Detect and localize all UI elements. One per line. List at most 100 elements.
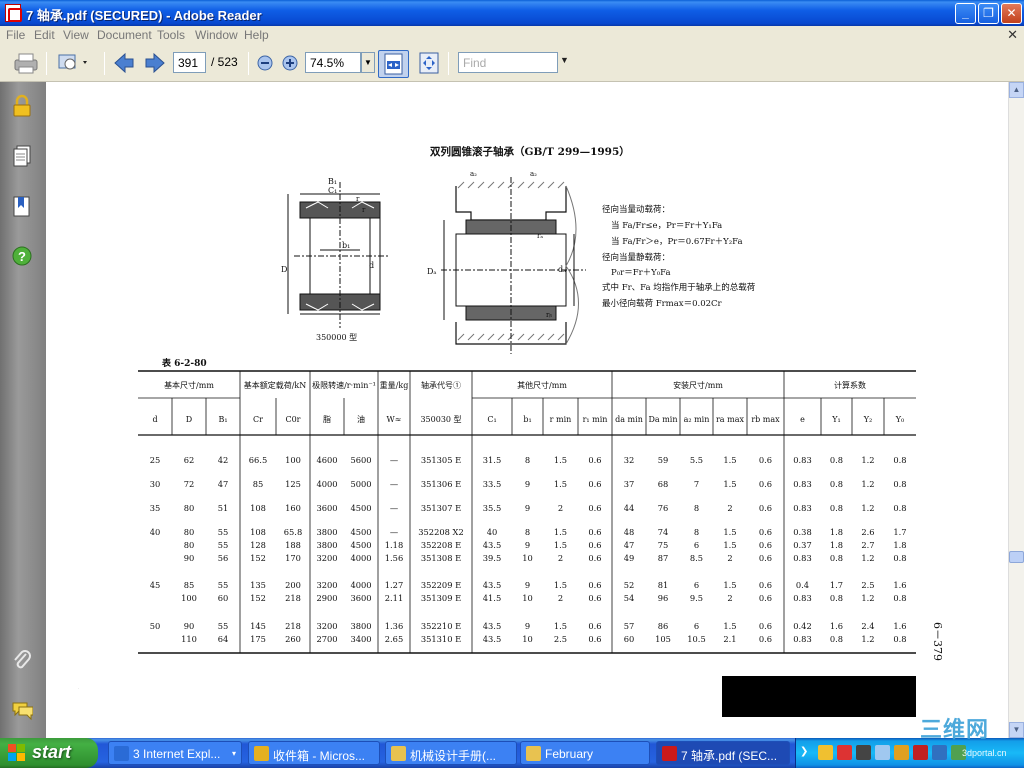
fig1-label-d-outer: D [281, 265, 287, 274]
table-cell: 40 [150, 527, 161, 537]
formula-line: 最小径向载荷 Frmax＝0.02Cr [602, 298, 723, 309]
scroll-down-icon[interactable]: ▼ [1009, 722, 1024, 738]
menu-document[interactable]: Document [97, 28, 152, 42]
fig2-label-da-outer: Dₐ [427, 267, 437, 276]
minimize-button[interactable]: _ [955, 3, 976, 24]
tray-network-icon[interactable] [875, 745, 890, 760]
vertical-scrollbar[interactable]: ▲ ▼ [1008, 82, 1024, 738]
fig2-label-a2-right: a₂ [530, 170, 537, 178]
table-group-header: 轴承代号① [421, 380, 461, 390]
taskbar-button[interactable]: 机械设计手册(... [385, 741, 517, 765]
menu-file[interactable]: File [6, 28, 25, 42]
tray-app-icon[interactable] [894, 745, 909, 760]
help-icon[interactable]: ? [11, 244, 33, 268]
taskbar-button[interactable]: 7 轴承.pdf (SEC... [656, 741, 790, 765]
windows-logo-icon [8, 744, 25, 761]
close-button[interactable]: ✕ [1001, 3, 1022, 24]
table-cell: 1.2 [861, 553, 874, 563]
page-number-input[interactable]: 391 [173, 52, 206, 73]
table-cell: 2 [558, 503, 563, 513]
window-title: 7 轴承.pdf (SECURED) - Adobe Reader [26, 8, 262, 23]
menu-tools[interactable]: Tools [157, 28, 185, 42]
table-column-header: b₁ [523, 415, 531, 424]
table-row: 25 62 42 66.5 100 4600 5600 — 351305 E 31.5 8 1.5 0.… [150, 455, 907, 465]
tray-expand-icon[interactable]: ❯ [800, 746, 808, 757]
tray-app-icon[interactable] [932, 745, 947, 760]
tray-antivirus-icon[interactable] [913, 745, 928, 760]
margin-mark: · [78, 686, 79, 691]
zoom-dropdown-icon[interactable]: ▼ [361, 52, 375, 73]
table-cell: 0.6 [588, 540, 601, 550]
table-cell: 351308 E [421, 553, 461, 563]
table-cell: 152 [250, 593, 266, 603]
document-view[interactable]: 双列圆锥滚子轴承（GB/T 299—1995） B₁ C₁ r r b₁ D d… [46, 82, 1008, 738]
document-close-icon[interactable]: ✕ [1007, 27, 1018, 43]
table-cell: 0.6 [759, 621, 772, 631]
table-cell: 2 [727, 593, 732, 603]
title-bar[interactable]: 7 轴承.pdf (SECURED) - Adobe Reader _ ❐ ✕ [0, 0, 1024, 26]
next-page-icon[interactable] [143, 51, 167, 75]
print-icon[interactable] [12, 51, 40, 75]
table-cell: 352210 E [421, 621, 461, 631]
table-row: 110 64 175 260 2700 3400 2.65 351310 E 43.5 10 2.5… [181, 634, 907, 644]
table-cell: 352208 E [421, 540, 461, 550]
zoom-out-icon[interactable] [256, 51, 274, 75]
table-column-header: r min [550, 415, 572, 424]
maximize-button[interactable]: ❐ [978, 3, 999, 24]
comments-icon[interactable] [11, 698, 33, 722]
scrollbar-thumb[interactable] [1009, 551, 1024, 563]
table-cell: 0.6 [588, 479, 601, 489]
table-group-header: 重量/kg [380, 380, 409, 390]
table-cell: 1.7 [830, 580, 843, 590]
bookmarks-icon[interactable] [11, 194, 33, 218]
table-cell: 0.8 [830, 479, 843, 489]
menu-help[interactable]: Help [244, 28, 269, 42]
fit-width-button[interactable] [378, 50, 409, 78]
table-cell: 1.5 [554, 580, 567, 590]
table-cell: 8 [694, 527, 699, 537]
table-cell: 90 [184, 553, 195, 563]
table-cell: 9 [525, 479, 530, 489]
table-cell: 351307 E [421, 503, 461, 513]
tray-app-icon[interactable] [837, 745, 852, 760]
menu-window[interactable]: Window [195, 28, 238, 42]
taskbar-button[interactable]: February [520, 741, 650, 765]
tray-app-icon[interactable] [818, 745, 833, 760]
menu-edit[interactable]: Edit [34, 28, 55, 42]
table-cell: 66.5 [249, 455, 267, 465]
table-cell: 175 [250, 634, 266, 644]
taskbar-group-arrow: ▾ [231, 749, 236, 758]
find-input[interactable]: Find [458, 52, 558, 73]
table-cell: 57 [624, 621, 635, 631]
table-cell: 80 [184, 527, 195, 537]
zoom-level-input[interactable]: 74.5% [305, 52, 361, 73]
table-column-header: W≈ [387, 415, 402, 424]
fit-page-icon[interactable] [416, 51, 442, 75]
menu-view[interactable]: View [63, 28, 89, 42]
taskbar-button[interactable]: 收件箱 - Micros... [248, 741, 380, 765]
table-column-header: Da min [648, 415, 677, 424]
organizer-icon[interactable] [56, 51, 92, 75]
fig2-label-a2-left: a₂ [470, 170, 477, 178]
attachments-icon[interactable] [11, 649, 33, 673]
svg-text:?: ? [18, 249, 26, 264]
document-heading: 双列圆锥滚子轴承（GB/T 299—1995） [429, 145, 630, 158]
table-cell: 105 [655, 634, 671, 644]
scroll-up-icon[interactable]: ▲ [1009, 82, 1024, 98]
start-button[interactable]: start [0, 738, 98, 768]
table-cell: 0.83 [793, 455, 811, 465]
table-cell: 1.18 [385, 540, 403, 550]
table-cell: 43.5 [483, 580, 501, 590]
table-cell: 55 [218, 621, 229, 631]
lock-icon[interactable] [11, 94, 33, 118]
bearing-table: 基本尺寸/mm 基本额定载荷/kN 极限转速/r·min⁻¹ 重量/kg 轴承代号① 其他… [138, 370, 916, 654]
table-cell: 1.56 [385, 553, 403, 563]
pages-icon[interactable] [11, 144, 33, 168]
taskbar-button[interactable]: 3 Internet Expl... ▾ [108, 741, 242, 765]
find-dropdown-icon[interactable]: ▼ [560, 55, 569, 65]
zoom-in-icon[interactable] [281, 51, 299, 75]
page-number: 6－379 [931, 622, 944, 661]
tray-app-icon[interactable] [856, 745, 871, 760]
table-cell: 108 [250, 527, 266, 537]
previous-page-icon[interactable] [112, 51, 136, 75]
